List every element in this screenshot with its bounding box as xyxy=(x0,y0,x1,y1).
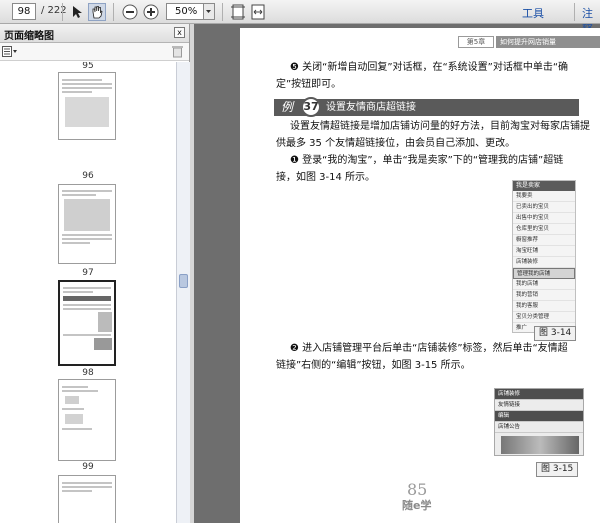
figure-3-15: 店铺装修 友情链接 编辑 店铺公告 xyxy=(494,388,584,456)
hand-tool-icon[interactable] xyxy=(88,3,106,21)
text-line: ❶ 登录“我的淘宝”，单击“我是卖家”下的“管理我的店铺”超链 xyxy=(290,155,564,166)
fit-page-icon[interactable] xyxy=(230,4,246,20)
scrollbar-thumb[interactable] xyxy=(179,274,188,288)
page-thumbnails-panel: 页面缩略图 x 95 96 97 98 99 xyxy=(0,24,190,523)
thumbnail-label: 97 xyxy=(82,268,94,278)
zoom-level-input[interactable]: 50% xyxy=(166,3,204,20)
thumbnail-page-95[interactable] xyxy=(58,72,116,140)
figure-row: 友情链接 xyxy=(495,400,583,411)
text-line: 设置友情超链接是增加店铺访问量的好方法，目前淘宝对每家店铺提 xyxy=(290,121,590,132)
figure-3-14: 我是卖家 我要卖 已卖出的宝贝 出售中的宝贝 仓库里的宝贝 橱窗推荐 淘宝旺铺 … xyxy=(512,180,576,333)
panel-header: 页面缩略图 x xyxy=(0,24,189,43)
text-line: 链接”右侧的“编辑”按钮，如图 3-15 所示。 xyxy=(276,360,471,371)
chevron-down-icon xyxy=(206,10,211,13)
text-line: 定”按钮即可。 xyxy=(276,79,342,90)
close-icon[interactable]: x xyxy=(174,27,185,38)
toolbar: 98 / 222 50% 工具 注释 xyxy=(0,0,600,36)
example-heading: 例 37 设置友情商店超链接 xyxy=(274,97,579,117)
page-header: 第5章 如何提升网店销量 xyxy=(458,36,600,48)
toolbar-separator xyxy=(222,3,223,21)
menu-item: 出售中的宝贝 xyxy=(513,213,575,224)
thumbnail-page-96[interactable] xyxy=(58,184,116,264)
thumbnail-label: 96 xyxy=(82,171,94,181)
toolbar-separator xyxy=(574,3,575,21)
footer-logo: 随e学 xyxy=(402,499,432,512)
panel-splitter[interactable] xyxy=(190,24,194,523)
thumbnail-page-98-selected[interactable] xyxy=(58,280,116,366)
example-number: 37 xyxy=(301,97,321,117)
page-number-input[interactable]: 98 xyxy=(12,3,36,20)
example-title: 设置友情商店超链接 xyxy=(326,102,416,113)
toolbar-separator xyxy=(62,3,63,21)
menu-item: 橱窗推荐 xyxy=(513,235,575,246)
menu-item: 我要卖 xyxy=(513,191,575,202)
document-page: 第5章 如何提升网店销量 ❺ 关闭“新增自动回复”对话框，在“系统设置”对话框中… xyxy=(240,28,600,523)
text-line: ❷ 进入店铺管理平台后单击“店铺装修”标签，然后单击“友情超 xyxy=(290,343,568,354)
thumbnail-page-99[interactable] xyxy=(58,379,116,461)
menu-item: 仓库里的宝贝 xyxy=(513,224,575,235)
thumbnail-page-100[interactable] xyxy=(58,475,116,523)
menu-item: 宝贝分类管理 xyxy=(513,312,575,323)
panel-title: 页面缩略图 xyxy=(4,31,54,42)
select-cursor-icon[interactable] xyxy=(69,4,85,20)
thumbnail-label: 99 xyxy=(82,462,94,472)
zoom-in-icon[interactable] xyxy=(143,4,159,20)
menu-item: 店铺装修 xyxy=(513,257,575,268)
menu-item: 淘宝旺铺 xyxy=(513,246,575,257)
figure-row: 编辑 xyxy=(495,411,583,422)
figure-header: 我是卖家 xyxy=(513,181,575,191)
zoom-out-icon[interactable] xyxy=(122,4,138,20)
toolbar-separator xyxy=(113,3,114,21)
menu-item: 已卖出的宝贝 xyxy=(513,202,575,213)
figure-row: 店铺装修 xyxy=(495,389,583,400)
menu-item: 我的营销 xyxy=(513,290,575,301)
menu-item: 我的客服 xyxy=(513,301,575,312)
thumbnail-label: 98 xyxy=(82,368,94,378)
trash-icon[interactable] xyxy=(172,45,183,61)
example-tag: 例 xyxy=(280,100,293,114)
fit-width-icon[interactable] xyxy=(250,4,266,20)
chapter-label: 第5章 xyxy=(458,36,494,48)
options-menu-icon[interactable] xyxy=(2,46,18,61)
thumbnail-label: 95 xyxy=(82,62,94,71)
figure-caption: 图 3-14 xyxy=(534,326,577,341)
menu-item-highlighted: 管理我的店铺 xyxy=(513,268,575,279)
figure-row: 店铺公告 xyxy=(495,422,583,433)
thumbnail-list[interactable]: 95 96 97 98 99 xyxy=(0,62,176,523)
panel-options-bar xyxy=(0,43,189,61)
text-line: 供最多 35 个友情超链接位，由会员自己添加、更改。 xyxy=(276,138,516,149)
tools-menu[interactable]: 工具 xyxy=(522,5,544,21)
text-line: 接，如图 3-14 所示。 xyxy=(276,172,376,183)
section-label: 如何提升网店销量 xyxy=(496,36,600,48)
figure-image xyxy=(501,436,579,454)
menu-item: 我的店铺 xyxy=(513,279,575,290)
zoom-dropdown-button[interactable] xyxy=(204,3,215,20)
text-line: ❺ 关闭“新增自动回复”对话框，在“系统设置”对话框中单击“确 xyxy=(290,62,569,73)
thumbnail-scrollbar[interactable] xyxy=(176,62,190,523)
figure-caption: 图 3-15 xyxy=(536,462,579,477)
